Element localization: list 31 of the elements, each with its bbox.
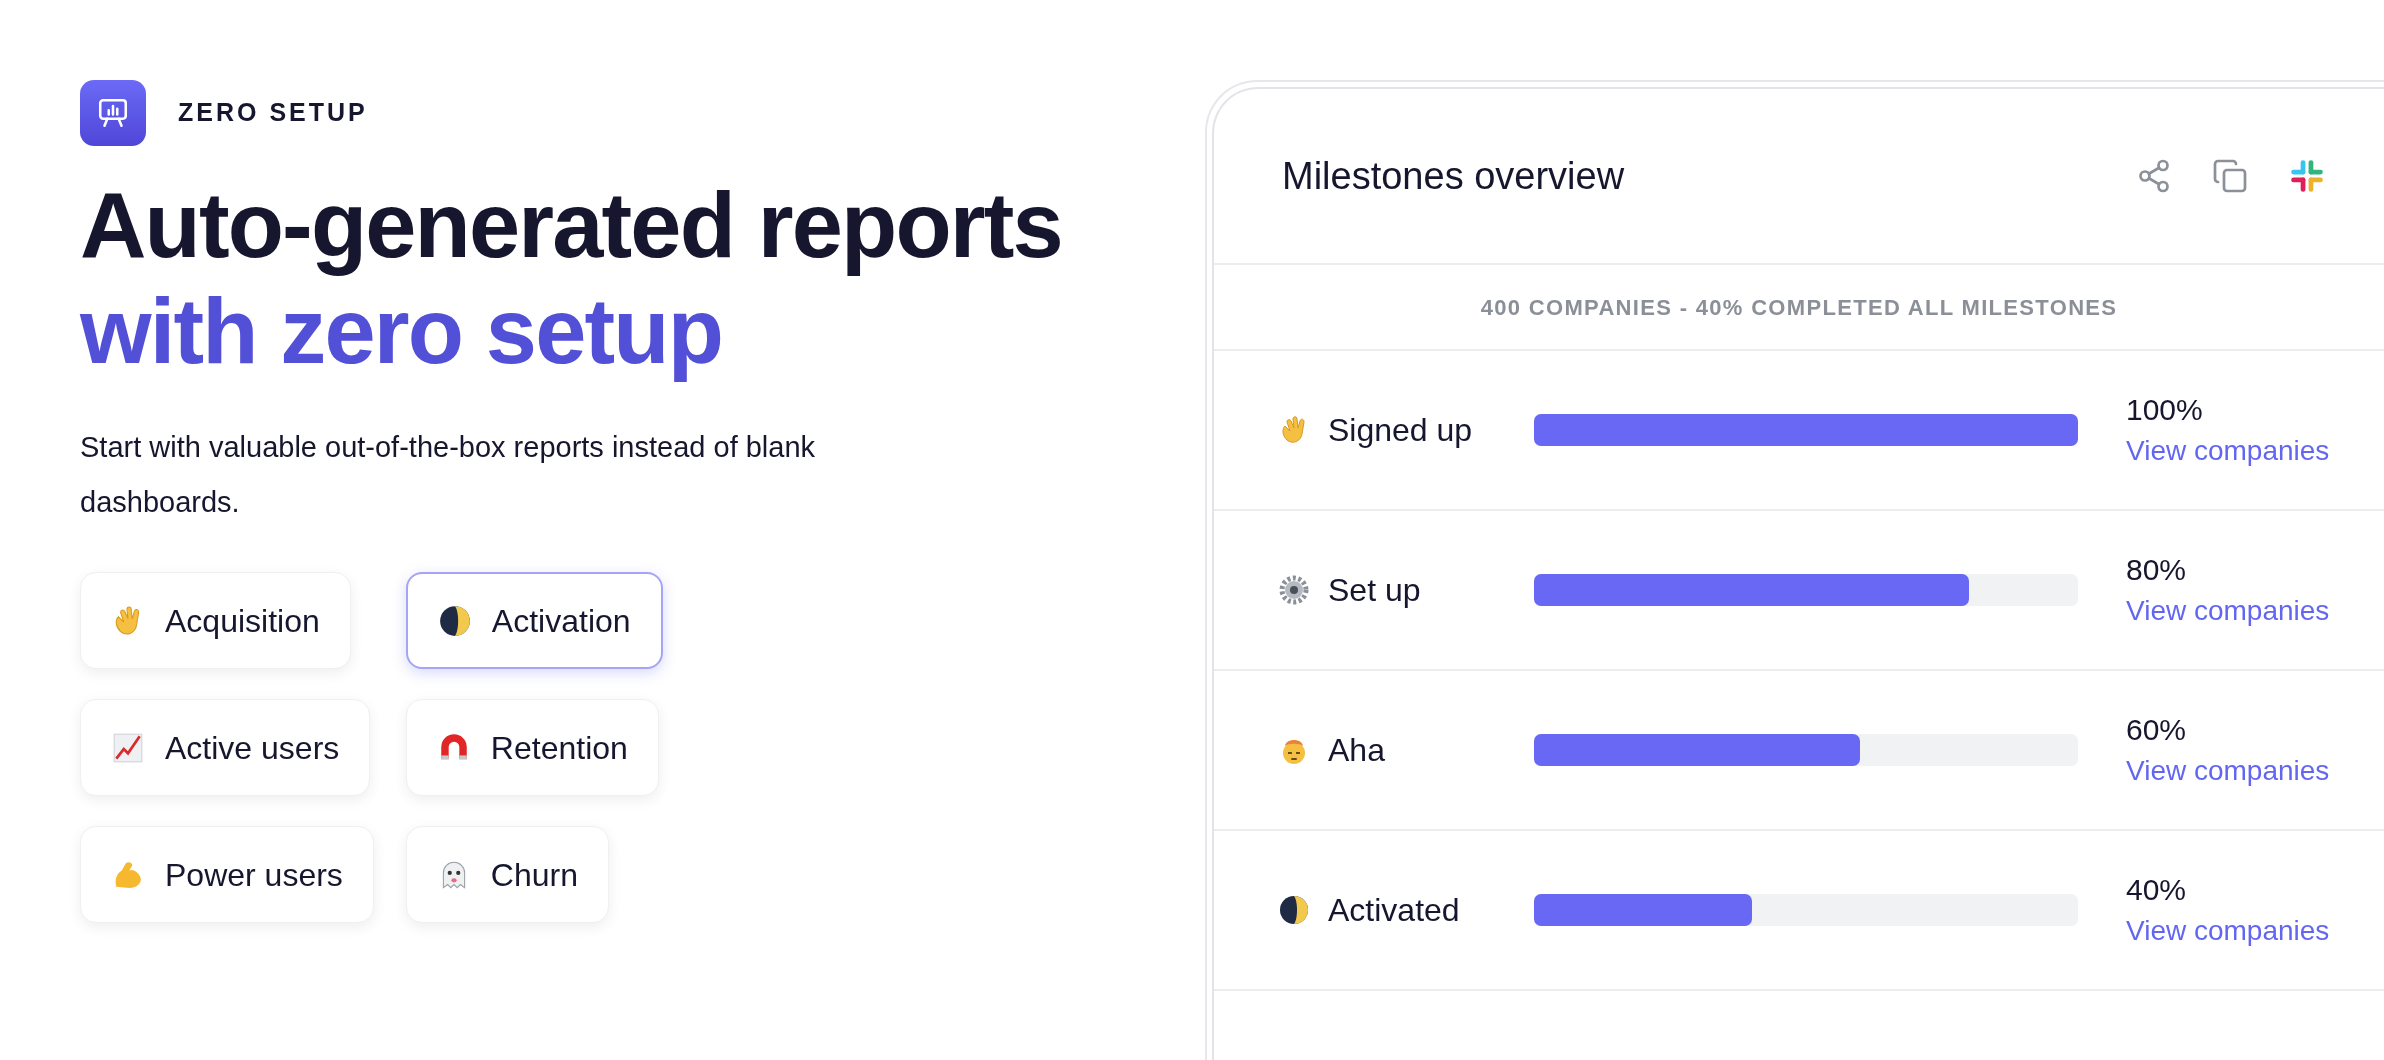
milestone-label: Signed up xyxy=(1328,411,1473,450)
summary-text: 400 COMPANIES - 40% COMPLETED ALL MILESTONES xyxy=(1480,293,2118,322)
copy-icon[interactable] xyxy=(2212,158,2248,194)
percent-value: 40% xyxy=(2126,872,2188,908)
headline: Auto-generated reports xyxy=(80,173,1063,278)
milestone-label: Aha xyxy=(1328,731,1385,770)
milestone-label: Activated xyxy=(1328,891,1460,930)
report-type-chip[interactable]: Activation xyxy=(405,572,663,669)
gear-icon xyxy=(1278,574,1310,606)
view-companies-link[interactable]: View companies xyxy=(2126,911,2330,951)
description: Start with valuable out-of-the-box reports instead of blank dashboards. xyxy=(80,430,817,520)
percent-value: 60% xyxy=(2126,712,2188,748)
presentation-board-icon xyxy=(80,80,146,146)
card-title: Milestones overview xyxy=(1282,153,1625,199)
section-label: ZERO SETUP xyxy=(178,97,368,129)
report-type-chip[interactable]: Acquisition xyxy=(80,572,351,669)
report-type-chip[interactable]: Active users xyxy=(80,699,371,796)
milestone-label: Set up xyxy=(1328,571,1421,610)
report-type-chip[interactable]: Retention xyxy=(405,699,659,796)
hash-logo-icon[interactable] xyxy=(2288,157,2326,195)
view-companies-link[interactable]: View companies xyxy=(2126,751,2330,791)
percent-value: 80% xyxy=(2126,552,2188,588)
view-companies-link[interactable]: View companies xyxy=(2126,591,2330,631)
view-companies-link[interactable]: View companies xyxy=(2126,431,2330,471)
percent-value: 100% xyxy=(2126,392,2204,428)
half-moon-icon xyxy=(437,603,472,638)
share-icon[interactable] xyxy=(2136,158,2172,194)
headline-accent: with zero setup xyxy=(80,279,723,384)
report-type-chip[interactable]: Power users xyxy=(80,826,374,923)
report-type-chip[interactable]: Churn xyxy=(405,826,609,923)
half-moon-icon xyxy=(1278,894,1310,926)
